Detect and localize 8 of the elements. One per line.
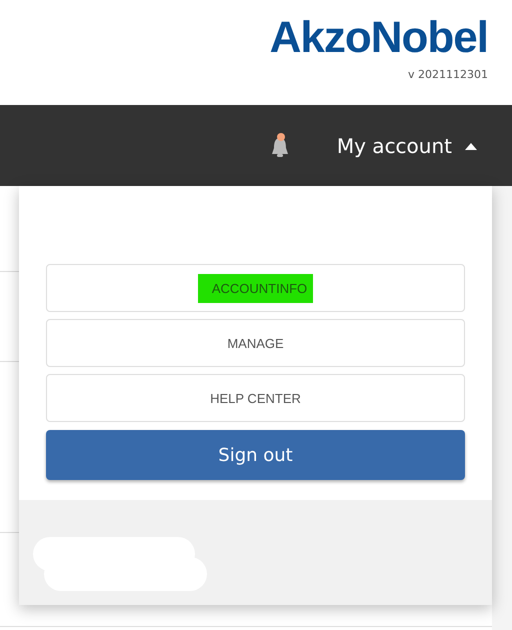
account-menu-button[interactable]: My account [336,134,478,158]
sign-out-button[interactable]: Sign out [46,430,465,480]
menu-item[interactable]: ACCOUNTINFO [46,264,465,312]
caret-icon [464,142,478,150]
version-label: v 2021112301 [408,68,488,81]
company-logo: AkzoNobel [270,14,488,62]
menu-item[interactable]: MANAGE [46,319,465,367]
menu-item[interactable]: HELP CENTER [46,374,465,422]
